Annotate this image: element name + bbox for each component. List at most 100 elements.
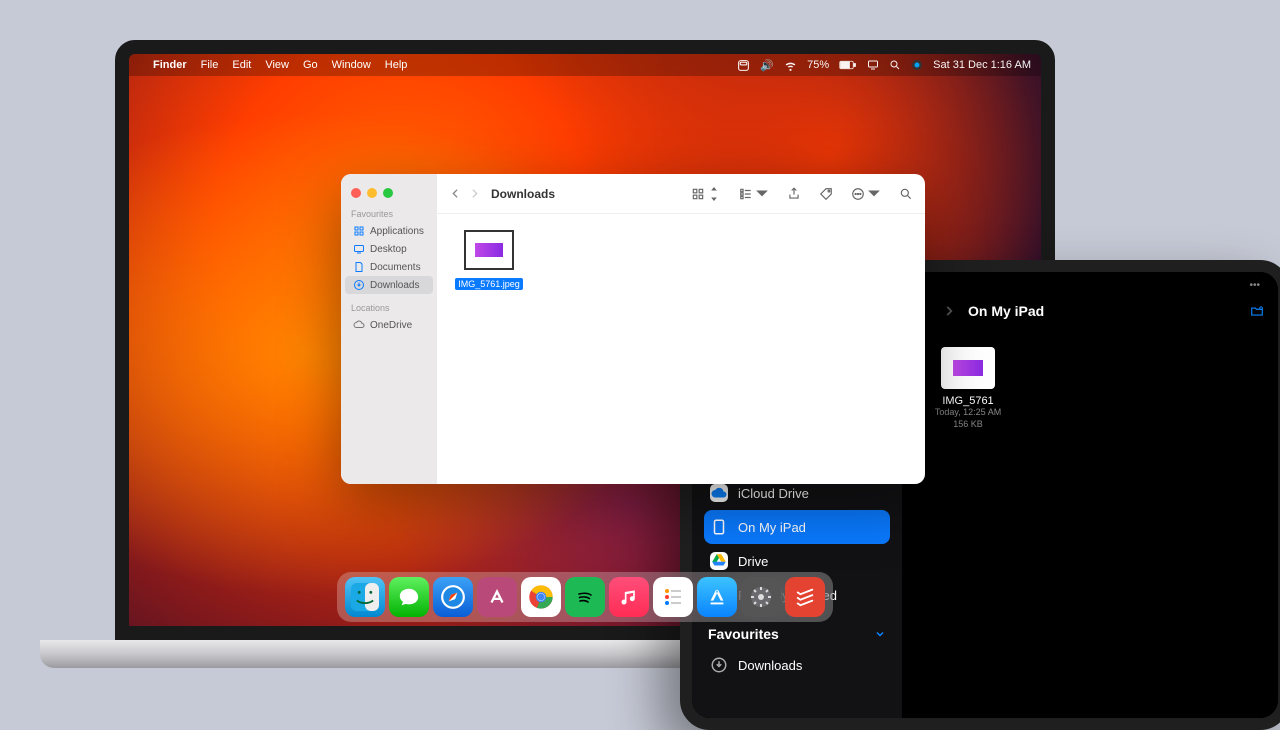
finder-main: Downloads: [437, 174, 925, 484]
dock-music-icon[interactable]: [609, 577, 649, 617]
finder-toolbar: Downloads: [437, 174, 925, 214]
menubar-app-name[interactable]: Finder: [153, 59, 187, 71]
applications-icon: [353, 225, 365, 237]
chevron-down-icon: [755, 187, 769, 201]
download-icon: [353, 279, 365, 291]
sidebar-item-label: Applications: [370, 226, 424, 237]
sidebar-item-desktop[interactable]: Desktop: [345, 240, 433, 258]
camera-notch: [581, 44, 589, 52]
gdrive-icon: [710, 552, 728, 570]
ipad-file-item[interactable]: IMG_5761 Today, 12:25 AM 156 KB: [930, 347, 1006, 430]
file-date: Today, 12:25 AM: [930, 407, 1006, 419]
file-thumbnail: [464, 230, 514, 270]
minimize-button[interactable]: [367, 188, 377, 198]
chevron-down-icon: [874, 628, 886, 640]
menubar-left: Finder File Edit View Go Window Help: [139, 59, 407, 71]
dock-safari-icon[interactable]: [433, 577, 473, 617]
cloud-icon: [353, 319, 365, 331]
sidebar-item-label: Downloads: [738, 658, 802, 673]
siri-icon[interactable]: [911, 59, 923, 71]
menubar-item-view[interactable]: View: [265, 59, 289, 71]
section-label: Favourites: [708, 626, 779, 642]
sidebar-item-label: Desktop: [370, 244, 407, 255]
close-button[interactable]: [351, 188, 361, 198]
ellipsis-icon[interactable]: •••: [1249, 280, 1260, 291]
screen-mirror-icon[interactable]: [867, 59, 879, 71]
file-thumbnail: [941, 347, 995, 389]
dock-messages-icon[interactable]: [389, 577, 429, 617]
sidebar-item-downloads[interactable]: Downloads: [345, 276, 433, 294]
ipad-files-main: ••• On My iPad IMG_5761 Today, 12:25 AM …: [902, 272, 1278, 718]
control-center-icon[interactable]: [737, 59, 750, 72]
icloud-icon: [710, 484, 728, 502]
share-icon[interactable]: [787, 187, 801, 201]
dock-appstore-icon[interactable]: [697, 577, 737, 617]
menubar-item-file[interactable]: File: [201, 59, 219, 71]
ipad-location-title: On My iPad: [968, 303, 1044, 319]
more-icon: [851, 187, 865, 201]
sidebar-item-label: On My iPad: [738, 520, 806, 535]
ipad-toolbar-right: [1250, 304, 1264, 318]
dock-finder-icon[interactable]: [345, 577, 385, 617]
menubar-right: 🔊 75% Sat 31 Dec 1:16 AM: [737, 59, 1031, 72]
finder-window: Favourites Applications Desktop Document…: [341, 174, 925, 484]
menubar-item-help[interactable]: Help: [385, 59, 408, 71]
ipad-sidebar-downloads[interactable]: Downloads: [704, 648, 890, 682]
chevron-down-icon: [867, 187, 881, 201]
sidebar-item-label: Downloads: [370, 280, 419, 291]
finder-file-grid[interactable]: IMG_5761.jpeg: [437, 214, 925, 484]
battery-icon[interactable]: [839, 60, 857, 70]
group-icon: [739, 187, 753, 201]
menubar: Finder File Edit View Go Window Help 🔊 7…: [129, 54, 1041, 76]
menubar-item-window[interactable]: Window: [332, 59, 371, 71]
sidebar-item-label: Drive: [738, 554, 768, 569]
back-icon[interactable]: [449, 187, 462, 200]
chevron-updown-icon: [707, 187, 721, 201]
sidebar-item-label: iCloud Drive: [738, 486, 809, 501]
file-size: 156 KB: [930, 419, 1006, 431]
sidebar-section-locations: Locations: [341, 302, 437, 316]
search-icon[interactable]: [899, 187, 913, 201]
ipad-icon: [710, 518, 728, 536]
dock-chrome-icon[interactable]: [521, 577, 561, 617]
dock-reminders-icon[interactable]: [653, 577, 693, 617]
ipad-main-toolbar: On My iPad: [916, 297, 1264, 333]
dock-spotify-icon[interactable]: [565, 577, 605, 617]
new-folder-icon[interactable]: [1250, 304, 1264, 318]
nav-arrows: [449, 187, 481, 200]
view-icons-button[interactable]: [691, 187, 721, 201]
spotlight-icon[interactable]: [889, 59, 901, 71]
ipad-statusbar-right: •••: [916, 280, 1264, 297]
grid-view-icon: [691, 187, 705, 201]
tag-icon[interactable]: [819, 187, 833, 201]
sidebar-item-documents[interactable]: Documents: [345, 258, 433, 276]
dock-todoist-icon[interactable]: [785, 577, 825, 617]
ipad-sidebar-on-my-ipad[interactable]: On My iPad: [704, 510, 890, 544]
finder-title: Downloads: [491, 187, 555, 201]
file-item[interactable]: IMG_5761.jpeg: [453, 230, 525, 292]
battery-percent[interactable]: 75%: [807, 59, 829, 71]
menubar-item-go[interactable]: Go: [303, 59, 318, 71]
forward-icon[interactable]: [468, 187, 481, 200]
sidebar-item-applications[interactable]: Applications: [345, 222, 433, 240]
download-icon: [710, 656, 728, 674]
forward-icon[interactable]: [942, 304, 956, 318]
desktop-icon: [353, 243, 365, 255]
menubar-datetime[interactable]: Sat 31 Dec 1:16 AM: [933, 59, 1031, 71]
finder-toolbar-right: [691, 187, 913, 201]
sidebar-item-onedrive[interactable]: OneDrive: [345, 316, 433, 334]
group-button[interactable]: [739, 187, 769, 201]
action-button[interactable]: [851, 187, 881, 201]
menubar-item-edit[interactable]: Edit: [232, 59, 251, 71]
dock: [337, 572, 833, 622]
finder-sidebar: Favourites Applications Desktop Document…: [341, 174, 437, 484]
document-icon: [353, 261, 365, 273]
dock-arc-icon[interactable]: [477, 577, 517, 617]
volume-icon[interactable]: 🔊: [760, 59, 774, 72]
sidebar-item-label: OneDrive: [370, 320, 412, 331]
dock-settings-icon[interactable]: [741, 577, 781, 617]
fullscreen-button[interactable]: [383, 188, 393, 198]
sidebar-section-favourites: Favourites: [341, 208, 437, 222]
window-traffic-lights: [341, 180, 437, 208]
wifi-icon[interactable]: [784, 59, 797, 72]
